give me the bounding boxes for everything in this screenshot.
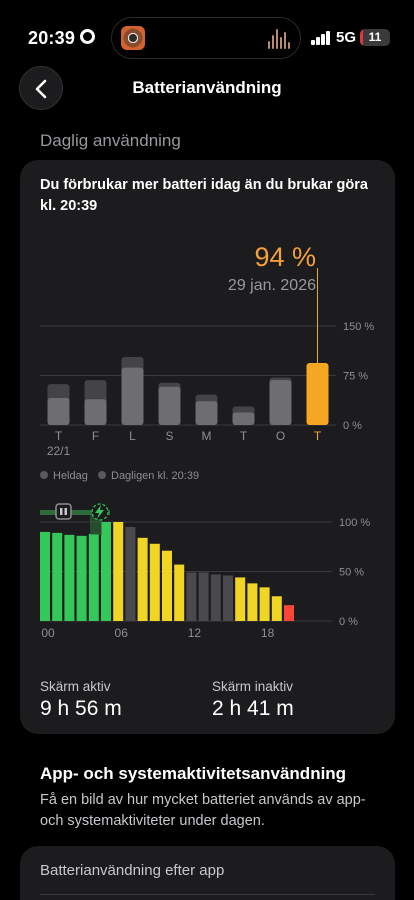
hourly-battery-chart[interactable]: 100 % 50 % 0 % 00 06 12 18 bbox=[40, 503, 370, 640]
screen-inactive-value: 2 h 41 m bbox=[212, 697, 294, 720]
x-tick-label: T bbox=[240, 429, 248, 443]
hour-bar bbox=[259, 587, 270, 621]
hour-bar bbox=[40, 531, 50, 621]
x-tick-label: M bbox=[202, 429, 212, 443]
bar-same-time bbox=[195, 401, 218, 425]
legend-label: Heldag bbox=[53, 470, 88, 482]
x-tick-label: 06 bbox=[115, 626, 129, 640]
bar-today bbox=[306, 362, 329, 425]
hour-bar bbox=[113, 522, 124, 621]
hour-bar bbox=[76, 535, 87, 621]
divider bbox=[40, 894, 375, 895]
app-activity-title: App- och systemaktivitetsanvändning bbox=[40, 764, 347, 783]
hour-bar bbox=[149, 543, 160, 621]
legend-item-heldag: Heldag bbox=[40, 470, 88, 482]
hour-bar bbox=[247, 583, 258, 621]
x-tick-label: L bbox=[129, 429, 136, 443]
hour-bar bbox=[52, 532, 63, 621]
usage-by-app-title: Batterianvändning efter app bbox=[40, 862, 225, 879]
hour-bar bbox=[64, 534, 75, 621]
x-tick-sublabel: 22/1 bbox=[47, 444, 71, 458]
bar-same-time bbox=[158, 386, 181, 425]
y-tick-label: 0 % bbox=[343, 420, 362, 432]
x-tick-label: F bbox=[92, 429, 99, 443]
hour-bar bbox=[137, 537, 148, 621]
x-tick-label: S bbox=[165, 429, 173, 443]
pause-bar bbox=[64, 508, 67, 515]
bar-same-time bbox=[47, 397, 70, 425]
hour-bar bbox=[271, 596, 282, 621]
y-tick-label: 75 % bbox=[343, 371, 368, 383]
bar-same-time bbox=[269, 380, 292, 425]
hour-bar bbox=[210, 574, 221, 621]
hour-bar bbox=[198, 572, 209, 621]
hour-bar bbox=[101, 522, 111, 621]
y-tick-label: 50 % bbox=[339, 567, 364, 579]
bar-same-time bbox=[232, 412, 255, 425]
y-tick-label: 0 % bbox=[339, 616, 358, 628]
bar-same-time bbox=[84, 399, 107, 425]
x-tick-label: O bbox=[276, 429, 285, 443]
y-tick-label: 100 % bbox=[339, 517, 370, 529]
hour-bar bbox=[162, 550, 172, 621]
screen-inactive-label: Skärm inaktiv bbox=[212, 679, 294, 694]
legend-item-dagligen: Dagligen kl. 20:39 bbox=[98, 470, 199, 482]
hour-bar bbox=[235, 577, 246, 621]
x-tick-label: 18 bbox=[261, 626, 275, 640]
screen-active-label: Skärm aktiv bbox=[40, 679, 111, 694]
pause-frame bbox=[55, 503, 72, 520]
legend-dot bbox=[98, 471, 106, 479]
y-tick-label: 150 % bbox=[343, 321, 374, 333]
weekly-usage-chart[interactable]: 150 %75 %0 %T F L S M T O T22/1 bbox=[40, 268, 374, 458]
app-activity-description: Få en bild av hur mycket batteriet använ… bbox=[40, 792, 366, 829]
x-tick-label: 00 bbox=[41, 626, 55, 640]
legend-dot bbox=[40, 471, 48, 479]
hour-bar bbox=[174, 564, 185, 621]
bar-same-time bbox=[121, 367, 144, 425]
hour-bar bbox=[125, 526, 136, 621]
legend-label: Dagligen kl. 20:39 bbox=[111, 470, 200, 482]
pause-bar bbox=[60, 508, 63, 515]
hour-bar bbox=[284, 605, 294, 621]
charging-bolt-icon bbox=[91, 503, 109, 521]
x-tick-label: 12 bbox=[188, 626, 202, 640]
x-tick-label: T bbox=[314, 429, 322, 443]
hour-bar bbox=[223, 575, 233, 621]
hour-bar bbox=[186, 572, 197, 621]
hour-bar bbox=[88, 533, 99, 621]
screen-active-value: 9 h 56 m bbox=[40, 697, 122, 720]
pause-icon bbox=[55, 503, 72, 520]
x-tick-label: T bbox=[55, 429, 63, 443]
